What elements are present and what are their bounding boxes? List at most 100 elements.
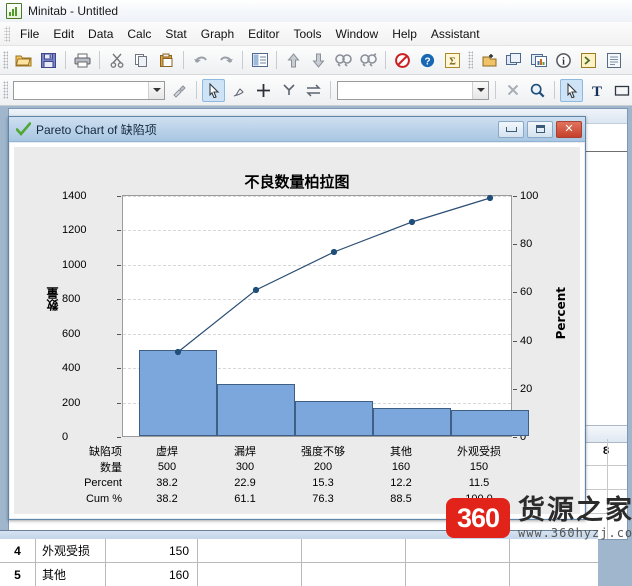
table-row[interactable]: 5 其他 160 xyxy=(0,563,598,586)
minimize-button[interactable] xyxy=(498,120,524,138)
table-cell: 200 xyxy=(313,460,333,473)
menu-item-stat[interactable]: Stat xyxy=(158,24,193,44)
session-window-icon[interactable] xyxy=(248,49,271,72)
cell-c5[interactable] xyxy=(406,539,510,562)
y-tick-mark xyxy=(117,230,121,231)
cell-c4[interactable] xyxy=(302,539,406,562)
svg-text:i: i xyxy=(562,56,565,67)
cell-c5[interactable] xyxy=(406,563,510,586)
menu-item-window[interactable]: Window xyxy=(329,24,386,44)
tally-icon[interactable] xyxy=(277,79,300,102)
chevron-down-icon[interactable] xyxy=(472,81,488,99)
graph-window-icon[interactable] xyxy=(527,49,550,72)
project-toolbar-grip[interactable] xyxy=(468,51,473,69)
table-row[interactable]: 4 外观受损 150 xyxy=(0,539,598,563)
graph-window-titlebar[interactable]: Pareto Chart of 缺陷项 ✕ xyxy=(9,117,585,142)
menubar-grip[interactable] xyxy=(4,25,10,42)
info-icon[interactable]: i xyxy=(552,49,575,72)
new-worksheet-icon[interactable] xyxy=(627,49,632,72)
cell-c2[interactable]: 160 xyxy=(106,563,198,586)
toolbar-separator xyxy=(495,81,496,99)
y-tick-label: 800 xyxy=(62,293,81,305)
rectangle-tool-icon[interactable] xyxy=(610,79,632,102)
cell-c1[interactable]: 外观受损 xyxy=(36,539,106,562)
format-painter-icon[interactable] xyxy=(168,79,191,102)
y-tick-label: 1000 xyxy=(62,259,87,271)
close-button[interactable]: ✕ xyxy=(556,120,582,138)
svg-text:Σ: Σ xyxy=(449,56,456,67)
menu-item-data[interactable]: Data xyxy=(81,24,120,44)
minimize-icon xyxy=(505,126,517,132)
menu-item-edit[interactable]: Edit xyxy=(46,24,81,44)
row-number: 5 xyxy=(0,563,36,586)
table-cell: 500 xyxy=(157,460,177,473)
toolbar-separator xyxy=(276,51,277,69)
paste-icon[interactable] xyxy=(155,49,178,72)
y2-tick-label: 40 xyxy=(520,335,533,347)
row-number: 4 xyxy=(0,539,36,562)
toolbar-separator xyxy=(65,51,66,69)
y-tick-mark xyxy=(117,437,121,438)
y-tick-mark xyxy=(117,265,121,266)
y-tick-label: 400 xyxy=(62,362,81,374)
brush-icon[interactable] xyxy=(227,79,250,102)
cell-c1[interactable]: 其他 xyxy=(36,563,106,586)
report-pad-icon[interactable] xyxy=(602,49,625,72)
menu-item-tools[interactable]: Tools xyxy=(286,24,328,44)
standard-toolbar-grip[interactable] xyxy=(3,51,8,69)
history-icon[interactable] xyxy=(577,49,600,72)
font-name-combo[interactable] xyxy=(13,80,165,100)
y2-tick-label: 20 xyxy=(520,383,533,395)
cancel-icon[interactable] xyxy=(391,49,414,72)
select-arrow-icon[interactable] xyxy=(202,78,225,102)
cell-c4[interactable] xyxy=(302,563,406,586)
move-down-icon[interactable] xyxy=(307,49,330,72)
menu-item-help[interactable]: Help xyxy=(385,24,424,44)
new-project-icon[interactable] xyxy=(477,49,500,72)
table-cell: 22.9 xyxy=(234,476,256,489)
crosshair-icon[interactable] xyxy=(252,79,275,102)
pareto-chart[interactable]: 不良数量柏拉图 数量 Percent 1400 1200 1000 800 60… xyxy=(14,147,580,514)
move-up-icon[interactable] xyxy=(282,49,305,72)
find-icon[interactable] xyxy=(332,49,355,72)
menu-item-file[interactable]: File xyxy=(13,24,46,44)
delete-x-icon[interactable] xyxy=(501,79,524,102)
menu-item-assistant[interactable]: Assistant xyxy=(424,24,487,44)
graph-window-body: 不良数量柏拉图 数量 Percent 1400 1200 1000 800 60… xyxy=(10,143,584,518)
plot-area xyxy=(122,194,529,438)
redo-icon[interactable] xyxy=(214,49,237,72)
cell-c2[interactable]: 150 xyxy=(106,539,198,562)
table-cell: 15.3 xyxy=(312,476,334,489)
graph-window[interactable]: Pareto Chart of 缺陷项 ✕ 不良数量柏拉图 数量 Percent… xyxy=(8,116,586,520)
copy-worksheet-icon[interactable] xyxy=(502,49,525,72)
cumulative-percent-line[interactable] xyxy=(123,194,513,438)
print-icon[interactable] xyxy=(71,49,94,72)
text-tool-icon[interactable]: T xyxy=(585,79,608,102)
cell-c3[interactable] xyxy=(198,539,302,562)
swap-icon[interactable] xyxy=(302,79,325,102)
menu-item-editor[interactable]: Editor xyxy=(241,24,286,44)
save-icon[interactable] xyxy=(37,49,60,72)
zoom-magnifier-icon[interactable] xyxy=(526,79,549,102)
menu-item-calc[interactable]: Calc xyxy=(120,24,158,44)
font-size-combo[interactable] xyxy=(337,80,489,100)
toolbar-separator xyxy=(330,81,331,99)
toolbar-separator xyxy=(554,81,555,99)
pointer-tool-icon[interactable] xyxy=(560,78,583,102)
graph-toolbar-grip[interactable] xyxy=(3,81,8,99)
standard-toolbar: ? Σ i xyxy=(0,46,632,75)
help-icon[interactable]: ? xyxy=(416,49,439,72)
open-icon[interactable] xyxy=(12,49,35,72)
table-cell: 160 xyxy=(391,460,411,473)
restore-button[interactable] xyxy=(527,120,553,138)
watermark-url: www.360hyzj.com xyxy=(518,526,632,540)
cell-c3[interactable] xyxy=(198,563,302,586)
menu-item-graph[interactable]: Graph xyxy=(194,24,241,44)
find-next-icon[interactable] xyxy=(357,49,380,72)
copy-icon[interactable] xyxy=(130,49,153,72)
table-row: Cum % 38.2 61.1 76.3 88.5 100.0 xyxy=(14,491,518,507)
undo-icon[interactable] xyxy=(189,49,212,72)
chevron-down-icon[interactable] xyxy=(148,81,164,99)
cut-icon[interactable] xyxy=(105,49,128,72)
session-command-icon[interactable]: Σ xyxy=(441,49,464,72)
